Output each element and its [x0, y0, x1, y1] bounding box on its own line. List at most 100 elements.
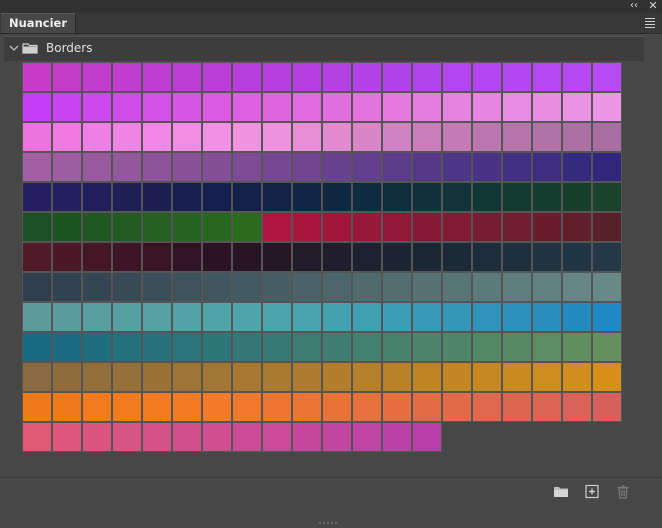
- color-swatch[interactable]: [382, 302, 412, 332]
- color-swatch[interactable]: [52, 422, 82, 452]
- color-swatch[interactable]: [172, 122, 202, 152]
- color-swatch[interactable]: [322, 212, 352, 242]
- color-swatch[interactable]: [262, 362, 292, 392]
- color-swatch[interactable]: [322, 62, 352, 92]
- color-swatch[interactable]: [202, 212, 232, 242]
- color-swatch[interactable]: [412, 392, 442, 422]
- color-swatch[interactable]: [82, 62, 112, 92]
- color-swatch[interactable]: [472, 332, 502, 362]
- color-swatch[interactable]: [262, 92, 292, 122]
- color-swatch[interactable]: [202, 242, 232, 272]
- color-swatch[interactable]: [112, 242, 142, 272]
- color-swatch[interactable]: [532, 182, 562, 212]
- color-swatch[interactable]: [292, 152, 322, 182]
- color-swatch[interactable]: [532, 332, 562, 362]
- color-swatch[interactable]: [172, 302, 202, 332]
- color-swatch[interactable]: [112, 392, 142, 422]
- color-swatch[interactable]: [142, 212, 172, 242]
- color-swatch[interactable]: [502, 152, 532, 182]
- color-swatch[interactable]: [22, 182, 52, 212]
- color-swatch[interactable]: [172, 152, 202, 182]
- color-swatch[interactable]: [322, 302, 352, 332]
- color-swatch[interactable]: [442, 272, 472, 302]
- color-swatch[interactable]: [262, 182, 292, 212]
- color-swatch[interactable]: [592, 92, 622, 122]
- color-swatch[interactable]: [142, 122, 172, 152]
- color-swatch[interactable]: [532, 122, 562, 152]
- color-swatch[interactable]: [322, 182, 352, 212]
- color-swatch[interactable]: [382, 242, 412, 272]
- color-swatch[interactable]: [412, 422, 442, 452]
- color-swatch[interactable]: [142, 152, 172, 182]
- color-swatch[interactable]: [22, 62, 52, 92]
- color-swatch[interactable]: [52, 212, 82, 242]
- color-swatch[interactable]: [292, 362, 322, 392]
- color-swatch[interactable]: [232, 272, 262, 302]
- color-swatch[interactable]: [292, 422, 322, 452]
- color-swatch[interactable]: [502, 122, 532, 152]
- color-swatch[interactable]: [472, 272, 502, 302]
- color-swatch[interactable]: [292, 242, 322, 272]
- color-swatch[interactable]: [142, 242, 172, 272]
- color-swatch[interactable]: [472, 182, 502, 212]
- color-swatch[interactable]: [352, 92, 382, 122]
- color-swatch[interactable]: [202, 62, 232, 92]
- color-swatch[interactable]: [412, 122, 442, 152]
- color-swatch[interactable]: [52, 182, 82, 212]
- color-swatch[interactable]: [172, 392, 202, 422]
- color-swatch[interactable]: [232, 152, 262, 182]
- color-swatch[interactable]: [262, 212, 292, 242]
- color-swatch[interactable]: [232, 332, 262, 362]
- color-swatch[interactable]: [292, 272, 322, 302]
- color-swatch[interactable]: [52, 122, 82, 152]
- color-swatch[interactable]: [502, 332, 532, 362]
- color-swatch[interactable]: [232, 182, 262, 212]
- color-swatch[interactable]: [442, 122, 472, 152]
- color-swatch[interactable]: [592, 332, 622, 362]
- color-swatch[interactable]: [472, 92, 502, 122]
- color-swatch[interactable]: [472, 392, 502, 422]
- color-swatch[interactable]: [82, 332, 112, 362]
- color-swatch[interactable]: [292, 392, 322, 422]
- hamburger-menu-icon[interactable]: [644, 16, 656, 30]
- color-swatch[interactable]: [82, 302, 112, 332]
- color-swatch[interactable]: [202, 152, 232, 182]
- color-swatch[interactable]: [502, 182, 532, 212]
- color-swatch[interactable]: [382, 332, 412, 362]
- color-swatch[interactable]: [82, 182, 112, 212]
- tab-nuancier[interactable]: Nuancier: [1, 13, 76, 33]
- color-swatch[interactable]: [562, 122, 592, 152]
- color-swatch[interactable]: [382, 152, 412, 182]
- color-swatch[interactable]: [112, 92, 142, 122]
- color-swatch[interactable]: [532, 62, 562, 92]
- color-swatch[interactable]: [292, 302, 322, 332]
- color-swatch[interactable]: [262, 152, 292, 182]
- color-swatch[interactable]: [82, 272, 112, 302]
- color-swatch[interactable]: [442, 242, 472, 272]
- color-swatch[interactable]: [412, 302, 442, 332]
- color-swatch[interactable]: [142, 332, 172, 362]
- color-swatch[interactable]: [322, 92, 352, 122]
- color-swatch[interactable]: [52, 92, 82, 122]
- chevron-down-icon[interactable]: [8, 41, 20, 55]
- color-swatch[interactable]: [502, 302, 532, 332]
- color-swatch[interactable]: [232, 242, 262, 272]
- new-swatch-icon[interactable]: [583, 484, 601, 500]
- color-swatch[interactable]: [502, 212, 532, 242]
- swatch-group-header[interactable]: Borders: [4, 36, 644, 61]
- color-swatch[interactable]: [442, 392, 472, 422]
- color-swatch[interactable]: [562, 302, 592, 332]
- color-swatch[interactable]: [322, 362, 352, 392]
- color-swatch[interactable]: [112, 62, 142, 92]
- color-swatch[interactable]: [442, 62, 472, 92]
- color-swatch[interactable]: [52, 152, 82, 182]
- color-swatch[interactable]: [532, 92, 562, 122]
- color-swatch[interactable]: [472, 212, 502, 242]
- color-swatch[interactable]: [142, 362, 172, 392]
- color-swatch[interactable]: [232, 302, 262, 332]
- color-swatch[interactable]: [592, 122, 622, 152]
- color-swatch[interactable]: [352, 122, 382, 152]
- color-swatch[interactable]: [412, 212, 442, 242]
- color-swatch[interactable]: [262, 272, 292, 302]
- color-swatch[interactable]: [142, 302, 172, 332]
